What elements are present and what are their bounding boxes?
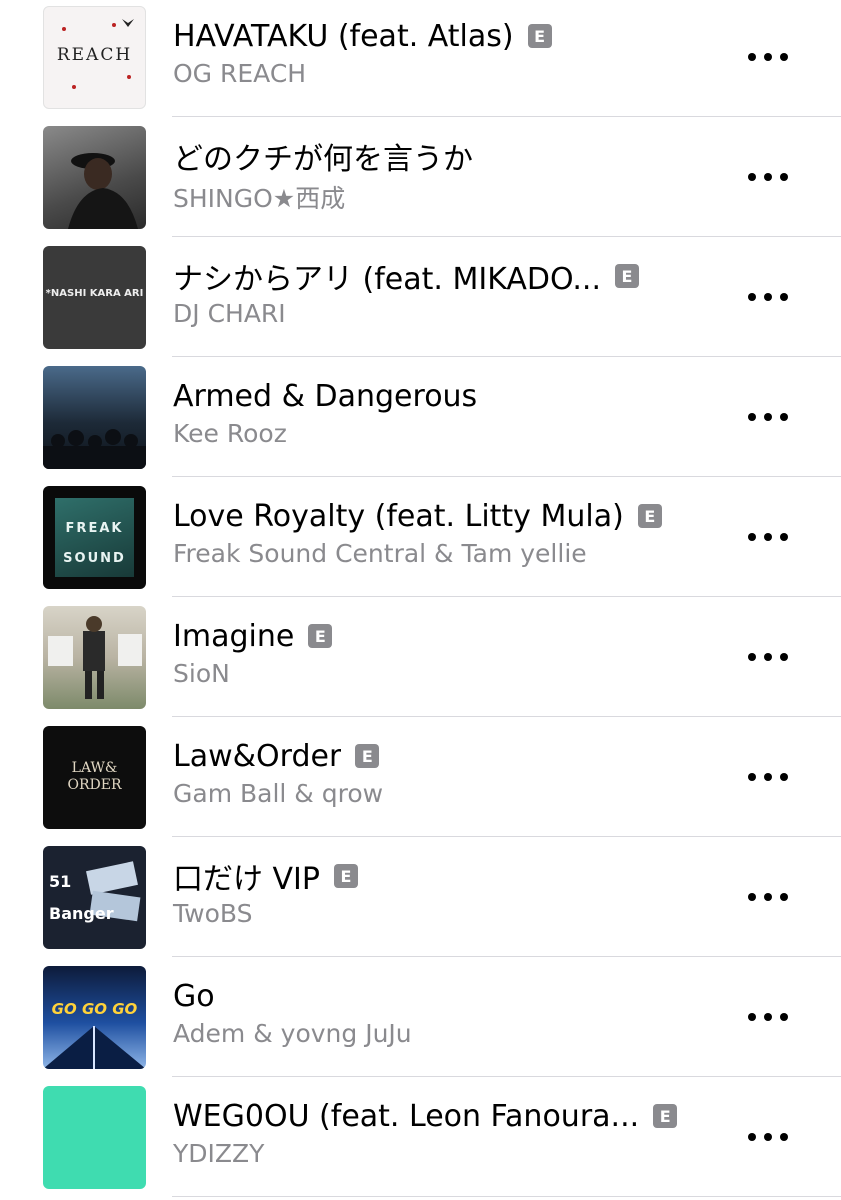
more-options-button[interactable] bbox=[748, 43, 788, 71]
ellipsis-icon bbox=[748, 653, 756, 661]
track-title: Go bbox=[173, 978, 215, 1014]
track-artist: YDIZZY bbox=[173, 1139, 265, 1168]
track-title: Law&Order bbox=[173, 738, 342, 774]
track-artist: SHINGO★西成 bbox=[173, 184, 346, 213]
ellipsis-icon bbox=[748, 173, 756, 181]
track-title: Love Royalty (feat. Litty Mula) bbox=[173, 498, 624, 534]
track-text: Law&Order E Gam Ball & qrow bbox=[173, 735, 733, 809]
more-options-button[interactable] bbox=[748, 403, 788, 431]
track-text: 口だけ VIP E TwoBS bbox=[173, 855, 733, 928]
album-art-text: GO GO GO bbox=[51, 1000, 138, 1018]
track-text: Love Royalty (feat. Litty Mula) E Freak … bbox=[173, 495, 733, 568]
more-options-button[interactable] bbox=[748, 763, 788, 791]
track-text: Go Adem & yovng JuJu bbox=[173, 975, 733, 1049]
track-row[interactable]: 51 Banger 口だけ VIP E TwoBS bbox=[0, 837, 841, 957]
track-row[interactable]: Imagine E SioN bbox=[0, 597, 841, 717]
album-art-text: *NASHI KARA ARI bbox=[45, 288, 144, 299]
track-title: どのクチが何を言うか bbox=[173, 142, 473, 177]
track-title: Imagine bbox=[173, 618, 295, 654]
explicit-badge: E bbox=[334, 864, 358, 888]
row-divider bbox=[172, 1196, 841, 1197]
track-row[interactable]: REACH HAVATAKU (feat. Atlas) E OG REACH bbox=[0, 0, 841, 117]
track-artist: Kee Rooz bbox=[173, 419, 287, 448]
track-title: WEG0OU (feat. Leon Fanoura... bbox=[173, 1098, 640, 1134]
ellipsis-icon bbox=[748, 293, 756, 301]
track-row[interactable]: Armed & Dangerous Kee Rooz bbox=[0, 357, 841, 477]
album-art: *NASHI KARA ARI bbox=[43, 246, 146, 349]
more-options-button[interactable] bbox=[748, 643, 788, 671]
album-art bbox=[43, 606, 146, 709]
ellipsis-icon bbox=[748, 1013, 756, 1021]
album-art: LAW& ORDER bbox=[43, 726, 146, 829]
album-art: FREAK SOUND bbox=[43, 486, 146, 589]
track-text: Armed & Dangerous Kee Rooz bbox=[173, 375, 733, 449]
track-artist: TwoBS bbox=[173, 899, 253, 928]
album-art-graphic bbox=[68, 153, 138, 229]
album-art-text: REACH bbox=[56, 45, 133, 65]
track-artist: OG REACH bbox=[173, 59, 307, 88]
album-art bbox=[43, 366, 146, 469]
track-artist: Adem & yovng JuJu bbox=[173, 1019, 412, 1048]
album-art bbox=[43, 1086, 146, 1189]
track-title: Armed & Dangerous bbox=[173, 378, 478, 414]
more-options-button[interactable] bbox=[748, 1123, 788, 1151]
ellipsis-icon bbox=[748, 413, 756, 421]
track-text: Imagine E SioN bbox=[173, 615, 733, 688]
track-artist: Freak Sound Central & Tam yellie bbox=[173, 539, 587, 568]
album-art-text: LAW& ORDER bbox=[67, 760, 122, 793]
explicit-badge: E bbox=[653, 1104, 678, 1128]
track-artist: SioN bbox=[173, 659, 230, 688]
track-text: ナシからアリ (feat. MIKADO... E DJ CHARI bbox=[173, 255, 733, 328]
explicit-badge: E bbox=[614, 264, 639, 288]
more-options-button[interactable] bbox=[748, 163, 788, 191]
track-title: 口だけ VIP bbox=[173, 862, 320, 897]
explicit-badge: E bbox=[308, 624, 333, 648]
track-text: HAVATAKU (feat. Atlas) E OG REACH bbox=[173, 15, 733, 88]
track-row[interactable]: どのクチが何を言うか SHINGO★西成 bbox=[0, 117, 841, 237]
album-art-graphic bbox=[48, 616, 142, 699]
ellipsis-icon bbox=[748, 893, 756, 901]
track-row[interactable]: LAW& ORDER Law&Order E Gam Ball & qrow bbox=[0, 717, 841, 837]
track-text: どのクチが何を言うか SHINGO★西成 bbox=[173, 135, 733, 215]
album-art: GO GO GO bbox=[43, 966, 146, 1069]
explicit-badge: E bbox=[527, 24, 552, 48]
ellipsis-icon bbox=[748, 1133, 756, 1141]
track-title: HAVATAKU (feat. Atlas) bbox=[173, 18, 514, 54]
album-art-text: 51 Banger bbox=[49, 872, 114, 923]
track-text: WEG0OU (feat. Leon Fanoura... E YDIZZY bbox=[173, 1095, 733, 1168]
more-options-button[interactable] bbox=[748, 883, 788, 911]
album-art-text: FREAK SOUND bbox=[63, 521, 126, 566]
more-options-button[interactable] bbox=[748, 283, 788, 311]
album-art-graphic bbox=[43, 429, 146, 469]
track-title: ナシからアリ (feat. MIKADO... bbox=[173, 262, 601, 297]
track-row[interactable]: FREAK SOUND Love Royalty (feat. Litty Mu… bbox=[0, 477, 841, 597]
track-row[interactable]: GO GO GO Go Adem & yovng JuJu bbox=[0, 957, 841, 1077]
track-list: REACH HAVATAKU (feat. Atlas) E OG REACH … bbox=[0, 0, 841, 1197]
album-art: 51 Banger bbox=[43, 846, 146, 949]
explicit-badge: E bbox=[637, 504, 662, 528]
track-artist: DJ CHARI bbox=[173, 299, 286, 328]
more-options-button[interactable] bbox=[748, 523, 788, 551]
album-art: REACH bbox=[43, 6, 146, 109]
more-options-button[interactable] bbox=[748, 1003, 788, 1031]
explicit-badge: E bbox=[355, 744, 380, 768]
ellipsis-icon bbox=[748, 533, 756, 541]
ellipsis-icon bbox=[748, 773, 756, 781]
ellipsis-icon bbox=[748, 53, 756, 61]
album-art bbox=[43, 126, 146, 229]
track-row[interactable]: WEG0OU (feat. Leon Fanoura... E YDIZZY bbox=[0, 1077, 841, 1197]
track-artist: Gam Ball & qrow bbox=[173, 779, 384, 808]
track-row[interactable]: *NASHI KARA ARI ナシからアリ (feat. MIKADO... … bbox=[0, 237, 841, 357]
